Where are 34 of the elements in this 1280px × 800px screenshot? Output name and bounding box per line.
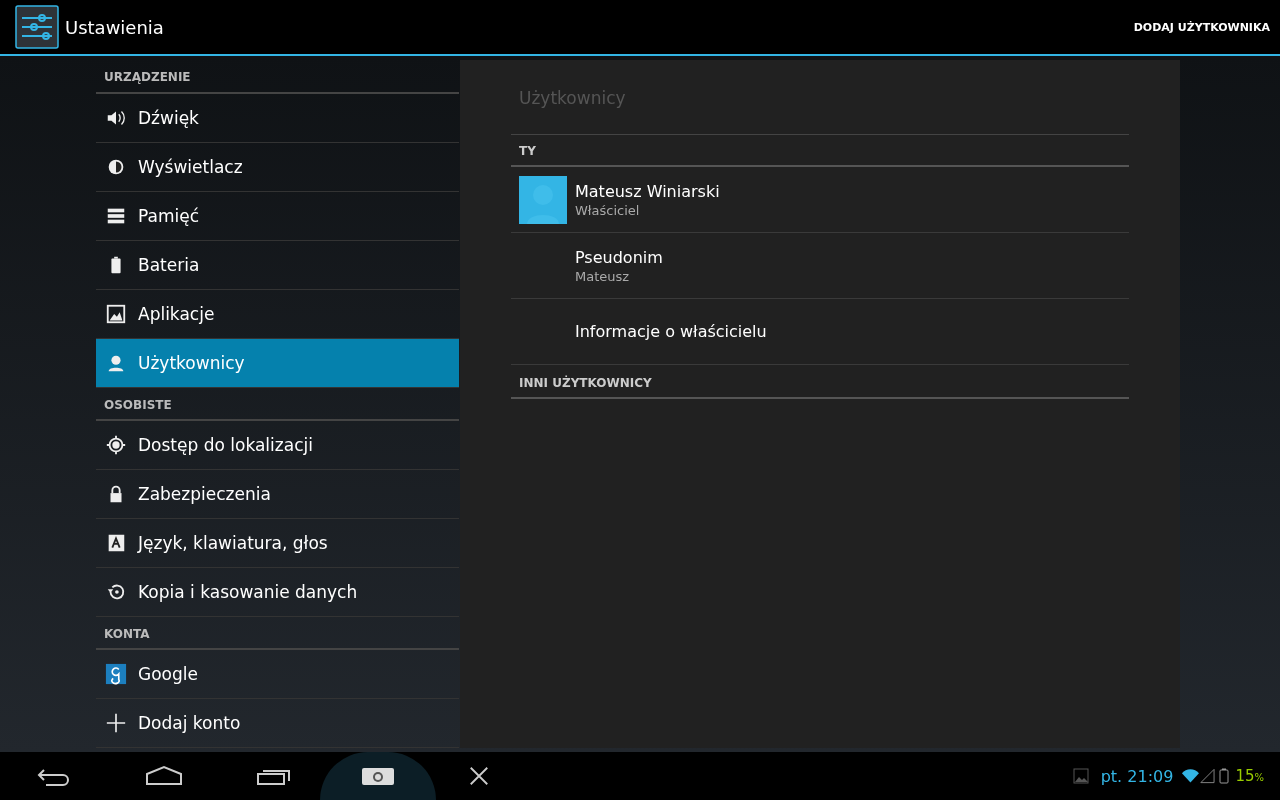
settings-item[interactable]: Język, klawiatura, głos — [96, 519, 459, 568]
settings-item[interactable]: Dodaj konto — [96, 699, 459, 748]
settings-item[interactable]: Kopia i kasowanie danych — [96, 568, 459, 617]
close-icon[interactable] — [468, 765, 490, 787]
section-header: INNI UŻYTKOWNICY — [511, 367, 1129, 399]
battery-icon — [1219, 768, 1230, 784]
app-title: Ustawienia — [65, 16, 164, 38]
settings-item[interactable]: Wyświetlacz — [96, 143, 459, 192]
section-header: KONTA — [96, 617, 459, 650]
add-user-button[interactable]: DODAJ UŻYTKOWNIKA — [1133, 12, 1270, 42]
section-header: OSOBISTE — [96, 388, 459, 421]
settings-item[interactable]: Pamięć — [96, 192, 459, 241]
section-header: TY — [511, 135, 1129, 167]
location-icon — [105, 434, 127, 456]
preference-row[interactable]: Mateusz Winiarski Właściciel — [511, 167, 1129, 233]
home-icon[interactable] — [144, 764, 184, 788]
clock: pt. 21:09 — [1100, 766, 1174, 786]
settings-item[interactable]: Zabezpieczenia — [96, 470, 459, 519]
image-notification-icon[interactable] — [1072, 768, 1089, 784]
settings-item[interactable]: Dźwięk — [96, 94, 459, 143]
settings-item[interactable]: Dostęp do lokalizacji — [96, 421, 459, 470]
settings-item[interactable]: Bateria — [96, 241, 459, 290]
avatar-icon — [519, 175, 567, 224]
preference-row[interactable]: Pseudonim Mateusz — [511, 233, 1129, 299]
apps-icon — [105, 303, 127, 325]
add-icon — [105, 712, 127, 734]
wifi-signal-icon — [1181, 768, 1216, 784]
section-header: URZĄDZENIE — [96, 56, 459, 94]
g-letter-icon — [105, 663, 127, 685]
settings-app-icon[interactable] — [15, 5, 59, 49]
settings-item[interactable]: Użytkownicy — [96, 339, 459, 388]
battery-percent: 15% — [1235, 767, 1264, 785]
preference-row[interactable]: Informacje o właścicielu — [511, 299, 1129, 365]
settings-item[interactable]: Google — [96, 650, 459, 699]
